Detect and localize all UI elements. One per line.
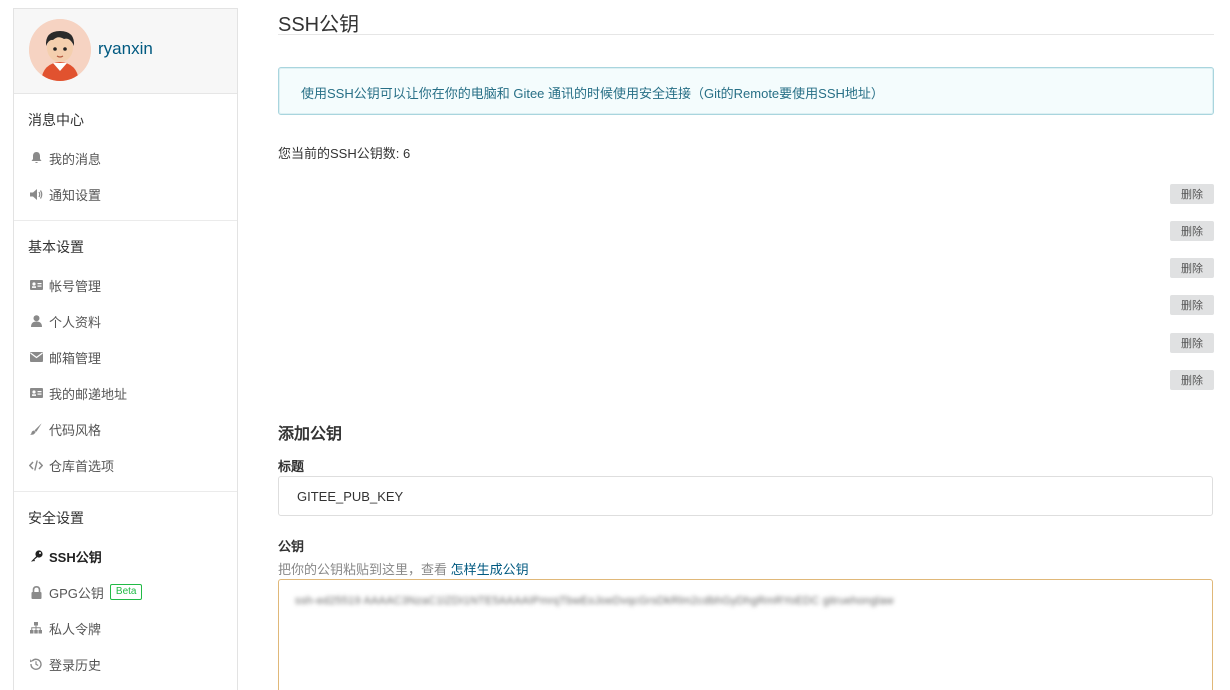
title-input[interactable]	[278, 476, 1213, 516]
username[interactable]: ryanxin	[98, 39, 153, 59]
delete-button[interactable]: 删除	[1170, 221, 1214, 241]
delete-button[interactable]: 删除	[1170, 295, 1214, 315]
bell-icon	[28, 151, 44, 165]
lock-icon	[28, 585, 44, 599]
section-basic-settings: 基本设置 帐号管理 个人资料 邮箱管理 我的邮递地址 代码风格 仓库首选项	[14, 221, 237, 492]
profile-header: ryanxin	[14, 9, 237, 94]
sidebar-item-my-messages[interactable]: 我的消息	[14, 140, 237, 176]
sidebar-item-label: 代码风格	[49, 422, 102, 438]
code-icon	[28, 458, 44, 472]
sidebar-item-label: 邮箱管理	[49, 350, 102, 366]
sidebar-item-label: 个人资料	[49, 314, 102, 330]
ssh-key-count: 您当前的SSH公钥数: 6	[278, 146, 411, 161]
sidebar-item-code-style[interactable]: 代码风格	[14, 411, 237, 447]
address-card-icon	[28, 386, 44, 400]
sidebar-item-label: 我的邮递地址	[49, 386, 128, 402]
sidebar-item-profile[interactable]: 个人资料	[14, 303, 237, 339]
section-title: 消息中心	[28, 112, 84, 128]
volume-icon	[28, 187, 44, 201]
delete-button[interactable]: 删除	[1170, 333, 1214, 353]
history-icon	[28, 657, 44, 671]
section-message-center: 消息中心 我的消息 通知设置	[14, 94, 237, 221]
sidebar-item-label: GPG公钥	[49, 585, 104, 601]
sidebar-item-ssh-keys[interactable]: SSH公钥	[14, 538, 237, 574]
sidebar-item-label: 通知设置	[49, 187, 102, 203]
sidebar-item-label: 我的消息	[49, 151, 102, 167]
title-label: 标题	[278, 459, 305, 474]
sidebar-item-repo-preferences[interactable]: 仓库首选项	[14, 447, 237, 483]
sidebar-item-label: SSH公钥	[49, 549, 102, 565]
avatar[interactable]	[29, 19, 91, 81]
delete-button[interactable]: 删除	[1170, 370, 1214, 390]
key-icon	[28, 549, 44, 563]
public-key-textarea[interactable]: ssh-ed25519 AAAAC3NzaC1lZDI1NTE5AAAAIPmr…	[278, 579, 1213, 690]
sidebar-item-private-tokens[interactable]: 私人令牌	[14, 610, 237, 646]
main-content: SSH公钥 使用SSH公钥可以让你在你的电脑和 Gitee 通讯的时候使用安全连…	[278, 0, 1214, 690]
page-title: SSH公钥	[278, 0, 1214, 36]
sidebar-item-label: 帐号管理	[49, 278, 102, 294]
sitemap-icon	[28, 621, 44, 635]
sidebar-item-label: 登录历史	[49, 657, 102, 673]
envelope-icon	[28, 350, 44, 364]
settings-sidebar: ryanxin 消息中心 我的消息 通知设置 基本设置 帐号管理 个人资料 邮箱…	[13, 8, 238, 690]
sidebar-item-account[interactable]: 帐号管理	[14, 267, 237, 303]
key-label: 公钥	[278, 539, 305, 554]
sidebar-item-mailing-address[interactable]: 我的邮递地址	[14, 375, 237, 411]
sidebar-item-login-history[interactable]: 登录历史	[14, 646, 237, 682]
brush-icon	[28, 422, 44, 436]
ssh-key-list: 删除 删除 删除 删除 删除 删除	[278, 162, 1214, 390]
section-security-settings: 安全设置 SSH公钥 GPG公钥 Beta 私人令牌 登录历史	[14, 492, 237, 690]
redacted-key-content: ssh-ed25519 AAAAC3NzaC1lZDI1NTE5AAAAIPmr…	[295, 595, 894, 607]
sidebar-item-email[interactable]: 邮箱管理	[14, 339, 237, 375]
key-hint-text: 把你的公钥粘贴到这里，查看	[278, 562, 451, 577]
sidebar-item-label: 仓库首选项	[49, 458, 115, 474]
how-to-generate-key-link[interactable]: 怎样生成公钥	[451, 562, 529, 577]
info-text: 使用SSH公钥可以让你在你的电脑和 Gitee 通讯的时候使用安全连接（Git的…	[301, 86, 884, 101]
section-title: 基本设置	[28, 239, 84, 255]
key-hint: 把你的公钥粘贴到这里，查看 怎样生成公钥	[278, 559, 529, 578]
sidebar-item-gpg-keys[interactable]: GPG公钥 Beta	[14, 574, 237, 610]
id-card-icon	[28, 278, 44, 292]
delete-button[interactable]: 删除	[1170, 184, 1214, 204]
section-title: 安全设置	[28, 510, 84, 526]
sidebar-item-notification-settings[interactable]: 通知设置	[14, 176, 237, 212]
beta-badge: Beta	[109, 584, 143, 600]
info-message: 使用SSH公钥可以让你在你的电脑和 Gitee 通讯的时候使用安全连接（Git的…	[278, 67, 1214, 115]
add-key-heading: 添加公钥	[278, 426, 343, 443]
user-icon	[28, 314, 44, 328]
delete-button[interactable]: 删除	[1170, 258, 1214, 278]
sidebar-item-label: 私人令牌	[49, 621, 102, 637]
